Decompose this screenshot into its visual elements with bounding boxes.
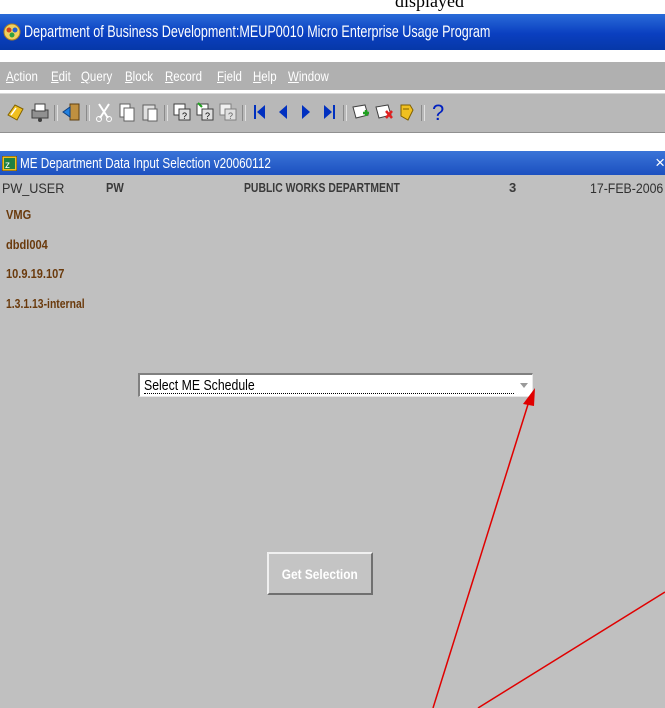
form-canvas	[0, 175, 665, 708]
exit-icon[interactable]	[61, 101, 83, 123]
get-selection-button[interactable]: Get Selection	[267, 552, 373, 595]
menu-block[interactable]: Block	[125, 68, 153, 84]
insert-record-icon[interactable]	[350, 101, 372, 123]
chevron-down-icon[interactable]	[519, 380, 529, 390]
enter-query-icon[interactable]: ?	[171, 101, 193, 123]
svg-text:?: ?	[205, 111, 210, 121]
menu-help[interactable]: Help	[253, 68, 277, 84]
menu-action[interactable]: Action	[6, 68, 38, 84]
paste-icon[interactable]	[139, 101, 161, 123]
current-date: 17-FEB-2006	[590, 180, 664, 196]
app-icon	[3, 23, 21, 41]
delete-record-icon[interactable]	[373, 101, 395, 123]
form-icon: z	[2, 155, 17, 171]
close-icon[interactable]: ×	[655, 153, 665, 173]
svg-text:?: ?	[182, 111, 187, 121]
help-icon[interactable]: ?	[428, 101, 450, 123]
schedule-select[interactable]: Select ME Schedule	[138, 373, 533, 397]
system-name: VMG	[6, 207, 32, 222]
menu-bar: Action Edit Query Block Record Field Hel…	[0, 62, 665, 90]
version-label: 1.3.1.13-internal	[6, 296, 85, 311]
menu-field[interactable]: Field	[217, 68, 242, 84]
window-title: Department of Business Development:MEUP0…	[24, 22, 491, 41]
cut-icon[interactable]	[93, 101, 115, 123]
copy-icon[interactable]	[116, 101, 138, 123]
database-name: dbdl004	[6, 237, 48, 252]
execute-query-icon[interactable]: ?	[194, 101, 216, 123]
menu-query[interactable]: Query	[81, 68, 112, 84]
clear-icon[interactable]	[396, 101, 418, 123]
print-icon[interactable]	[29, 101, 51, 123]
previous-record-icon[interactable]	[272, 101, 294, 123]
save-icon[interactable]	[5, 101, 27, 123]
ip-address: 10.9.19.107	[6, 266, 65, 281]
schedule-select-value: Select ME Schedule	[144, 377, 255, 394]
form-titlebar: z ME Department Data Input Selection v20…	[0, 151, 665, 175]
record-count: 3	[509, 180, 517, 195]
menu-window[interactable]: Window	[288, 68, 329, 84]
form-title: ME Department Data Input Selection v2006…	[20, 154, 271, 172]
user-label: PW_USER	[2, 180, 65, 196]
svg-text:?: ?	[432, 101, 444, 123]
menu-record[interactable]: Record	[165, 68, 202, 84]
next-record-icon[interactable]	[295, 101, 317, 123]
caption-fragment: displayed	[0, 0, 665, 14]
menu-edit[interactable]: Edit	[51, 68, 71, 84]
dept-name: PUBLIC WORKS DEPARTMENT	[244, 180, 400, 195]
toolbar: ? ? ? ?	[0, 93, 665, 133]
dept-code: PW	[106, 180, 124, 195]
svg-text:?: ?	[228, 111, 233, 121]
next-block-icon[interactable]	[318, 101, 340, 123]
window-titlebar: Department of Business Development:MEUP0…	[0, 14, 665, 50]
previous-block-icon[interactable]	[249, 101, 271, 123]
cancel-query-icon[interactable]: ?	[217, 101, 239, 123]
svg-text:z: z	[5, 160, 10, 171]
